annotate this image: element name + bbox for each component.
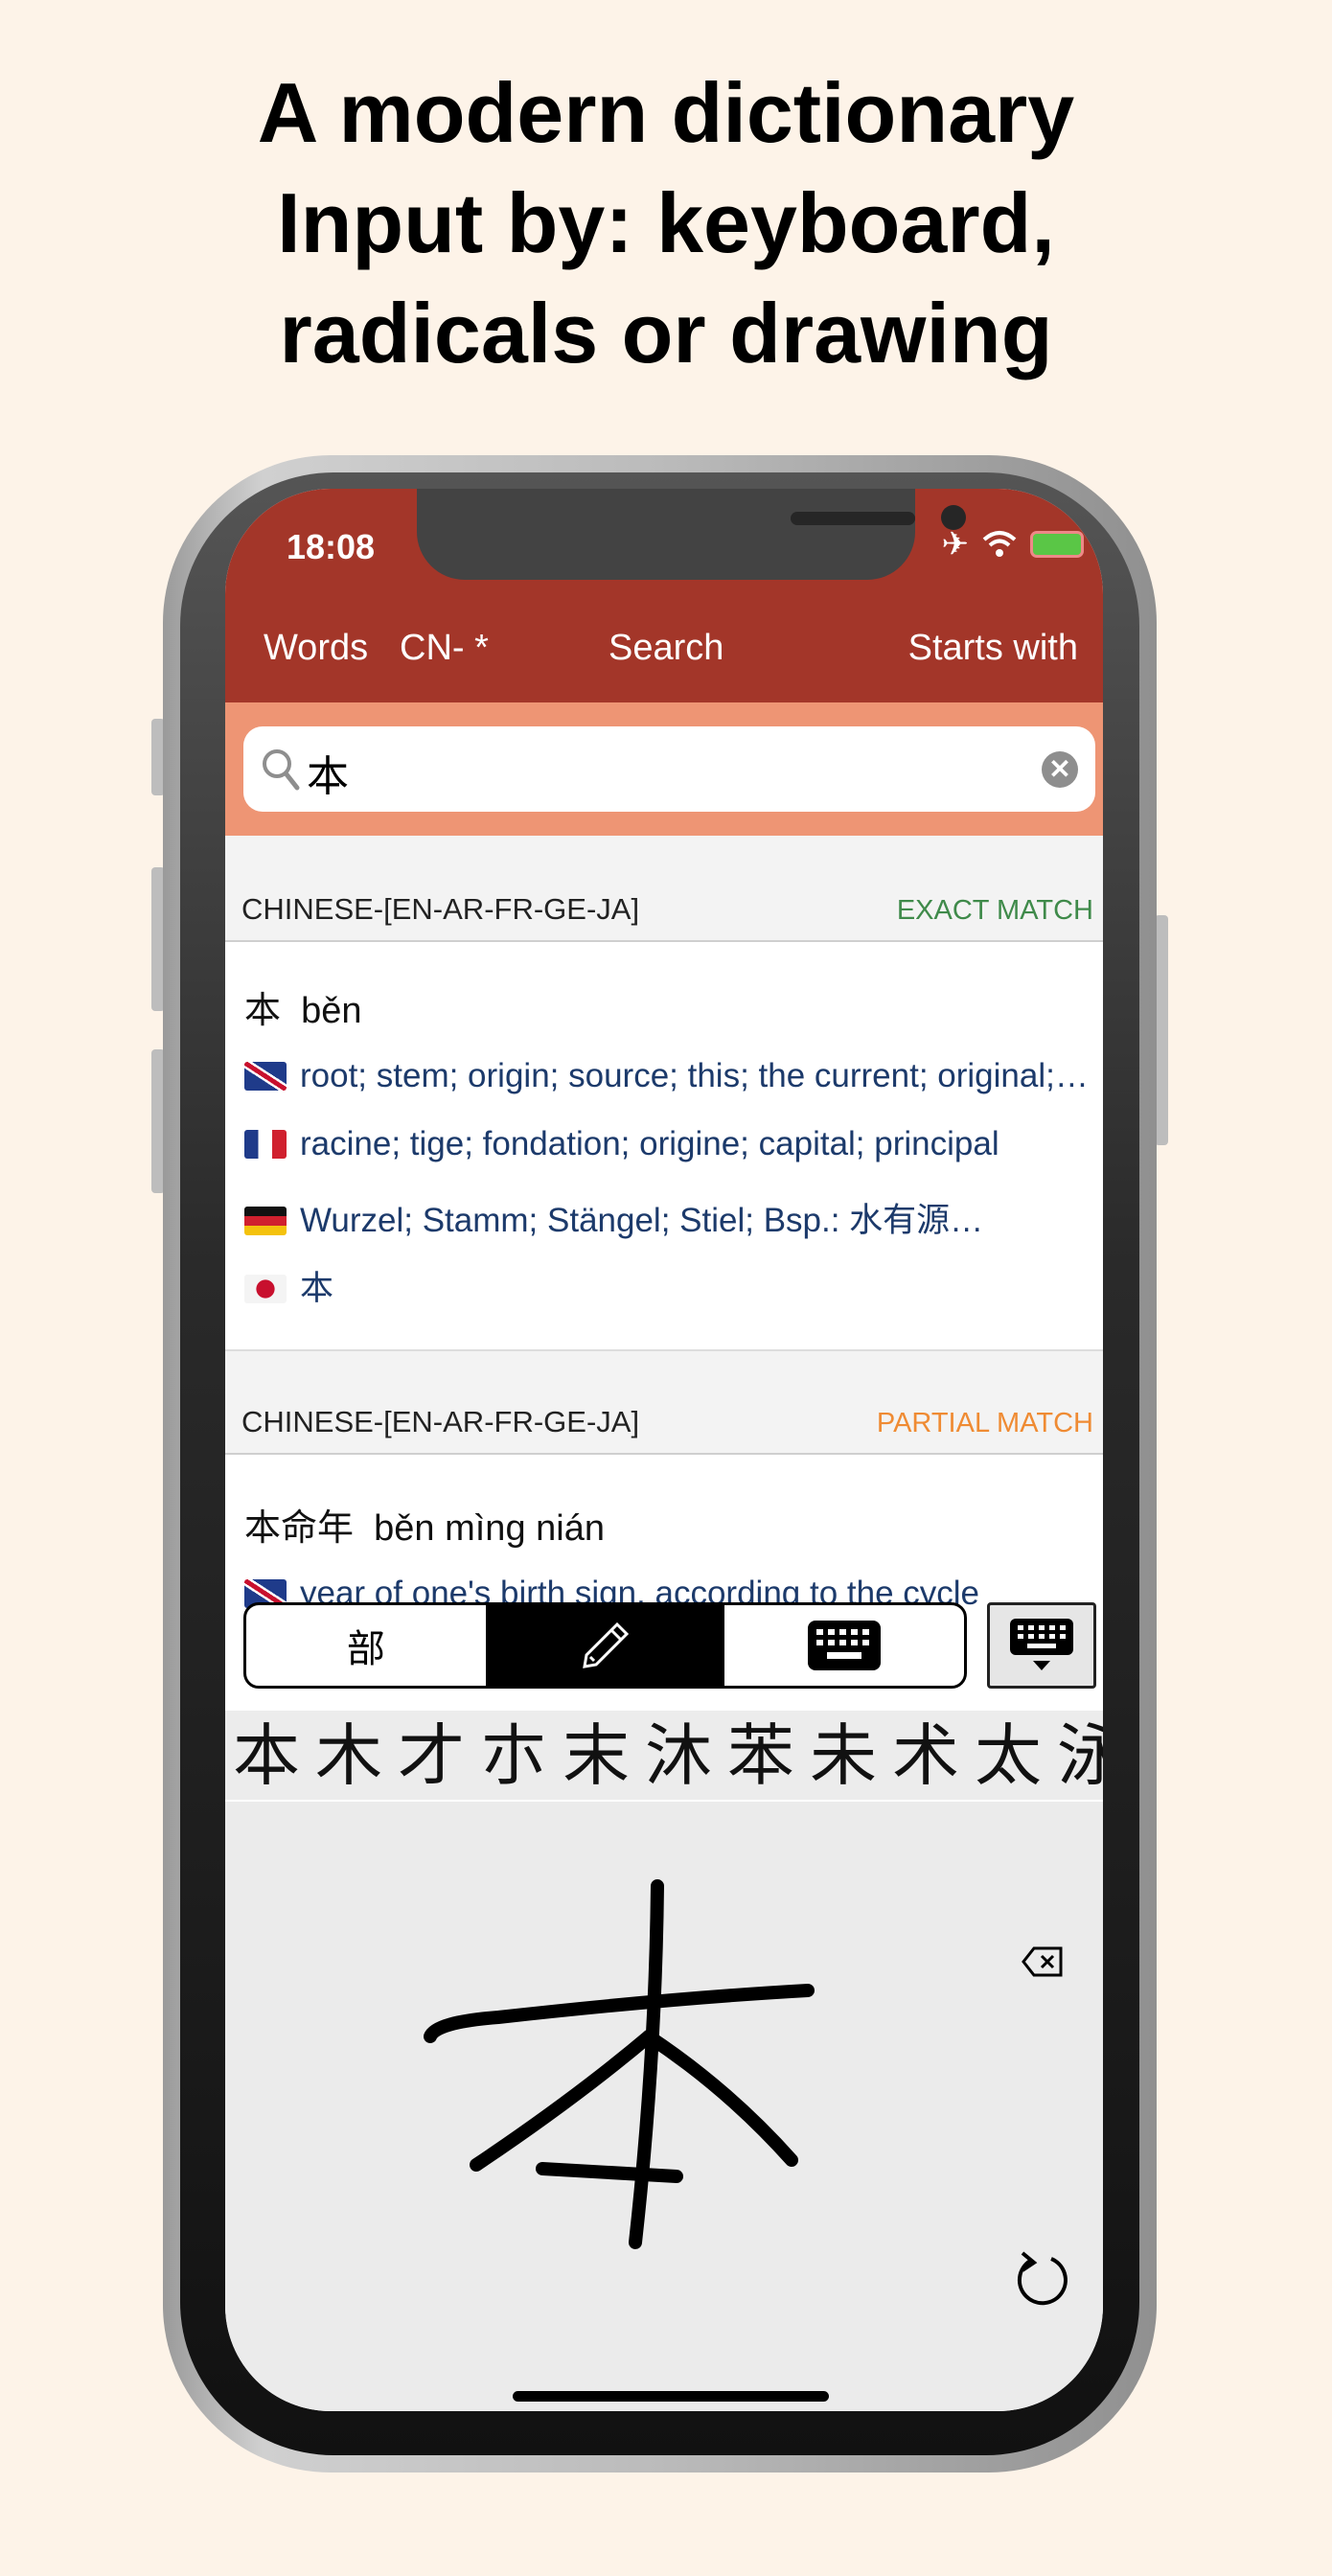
result-entry[interactable]: 本命年 běn mìng nián year of one's birth si… bbox=[225, 1455, 1103, 1618]
fr-flag-icon bbox=[244, 1130, 287, 1159]
airplane-icon: ✈ bbox=[941, 526, 970, 563]
candidate[interactable]: 沐 bbox=[637, 1711, 720, 1800]
stroke bbox=[642, 2030, 798, 2167]
power-button bbox=[1155, 915, 1168, 1145]
radical-label: 部 bbox=[346, 1628, 385, 1670]
headline: A modern dictionary Input by: keyboard, … bbox=[0, 58, 1332, 388]
notch bbox=[417, 489, 966, 580]
pinyin: běn mìng nián bbox=[374, 1508, 605, 1549]
handwriting-strokes bbox=[424, 1879, 815, 2249]
de-flag-icon bbox=[244, 1207, 287, 1235]
result-entry[interactable]: 本 běn root; stem; origin; source; this; … bbox=[225, 942, 1103, 1349]
nav-title: Search bbox=[609, 628, 724, 668]
stroke bbox=[424, 1984, 815, 2043]
uk-flag-icon bbox=[244, 1062, 287, 1091]
hanzi: 本命年 bbox=[244, 1508, 355, 1549]
backspace-icon[interactable] bbox=[1021, 1945, 1065, 1978]
headline-line: Input by: keyboard, bbox=[277, 175, 1055, 270]
search-bar: 本 ✕ bbox=[225, 702, 1103, 836]
section-header: CHINESE-[EN-AR-FR-GE-JA] EXACT MATCH bbox=[225, 836, 1103, 942]
status-time: 18:08 bbox=[287, 527, 376, 566]
definition-ja: 本 bbox=[300, 1270, 334, 1307]
battery-charging-icon bbox=[1030, 531, 1084, 558]
starts-with-button[interactable]: Starts with bbox=[908, 628, 1078, 669]
candidate[interactable]: 苯 bbox=[720, 1711, 802, 1800]
clear-search-button[interactable]: ✕ bbox=[1042, 751, 1078, 788]
definition-fr: racine; tige; fondation; origine; capita… bbox=[300, 1125, 999, 1162]
keyboard-icon bbox=[808, 1621, 882, 1670]
candidate[interactable]: 本 bbox=[225, 1711, 308, 1800]
home-indicator bbox=[513, 2391, 829, 2402]
candidate[interactable]: 未 bbox=[802, 1711, 884, 1800]
drawing-canvas[interactable] bbox=[225, 1802, 1103, 2411]
definition-de: Wurzel; Stamm; Stängel; Stiel; Bsp.: 水有源… bbox=[300, 1202, 984, 1239]
definition-en: root; stem; origin; source; this; the cu… bbox=[300, 1057, 1097, 1094]
dictionary-name: CHINESE-[EN-AR-FR-GE-JA] bbox=[241, 892, 640, 926]
hide-keyboard-button[interactable] bbox=[987, 1602, 1096, 1689]
pinyin: běn bbox=[301, 991, 362, 1031]
headline-line: radicals or drawing bbox=[279, 286, 1053, 380]
pencil-icon bbox=[582, 1622, 629, 1668]
stroke bbox=[629, 1879, 664, 2249]
keyboard-dismiss-icon bbox=[1010, 1619, 1073, 1670]
match-type: EXACT MATCH bbox=[896, 895, 1093, 926]
headline-line: A modern dictionary bbox=[257, 65, 1075, 160]
undo-icon[interactable] bbox=[1011, 2247, 1074, 2311]
search-input[interactable]: 本 ✕ bbox=[243, 726, 1095, 812]
candidate[interactable]: 朩 bbox=[472, 1711, 555, 1800]
language-button[interactable]: CN- * bbox=[400, 628, 489, 669]
candidate[interactable]: 才 bbox=[390, 1711, 472, 1800]
drawing-mode-tab[interactable] bbox=[485, 1605, 725, 1686]
candidate[interactable]: 末 bbox=[555, 1711, 637, 1800]
words-button[interactable]: Words bbox=[264, 628, 368, 669]
app-screen: 18:08 ✈ Words CN- * Search Starts with 本… bbox=[225, 489, 1103, 2411]
nav-bar: 18:08 ✈ Words CN- * Search Starts with bbox=[225, 489, 1103, 702]
candidate-bar: 本 木 才 朩 末 沐 苯 未 术 太 泳 bbox=[225, 1711, 1103, 1802]
candidate[interactable]: 太 bbox=[967, 1711, 1049, 1800]
input-mode-selector: 部 bbox=[243, 1602, 967, 1689]
stroke bbox=[536, 2162, 683, 2183]
search-icon bbox=[263, 749, 300, 791]
stroke bbox=[470, 2030, 655, 2172]
candidate[interactable]: 木 bbox=[308, 1711, 390, 1800]
match-type: PARTIAL MATCH bbox=[876, 1408, 1093, 1438]
dictionary-name: CHINESE-[EN-AR-FR-GE-JA] bbox=[241, 1405, 640, 1438]
keyboard-mode-tab[interactable] bbox=[724, 1605, 964, 1686]
jp-flag-icon bbox=[244, 1275, 287, 1303]
section-header: CHINESE-[EN-AR-FR-GE-JA] PARTIAL MATCH bbox=[225, 1349, 1103, 1455]
hanzi: 本 bbox=[244, 991, 282, 1031]
radical-mode-tab[interactable]: 部 bbox=[246, 1605, 486, 1686]
candidate[interactable]: 术 bbox=[884, 1711, 967, 1800]
wifi-icon bbox=[982, 531, 1017, 557]
candidate[interactable]: 泳 bbox=[1049, 1711, 1103, 1800]
search-query: 本 bbox=[307, 753, 349, 800]
